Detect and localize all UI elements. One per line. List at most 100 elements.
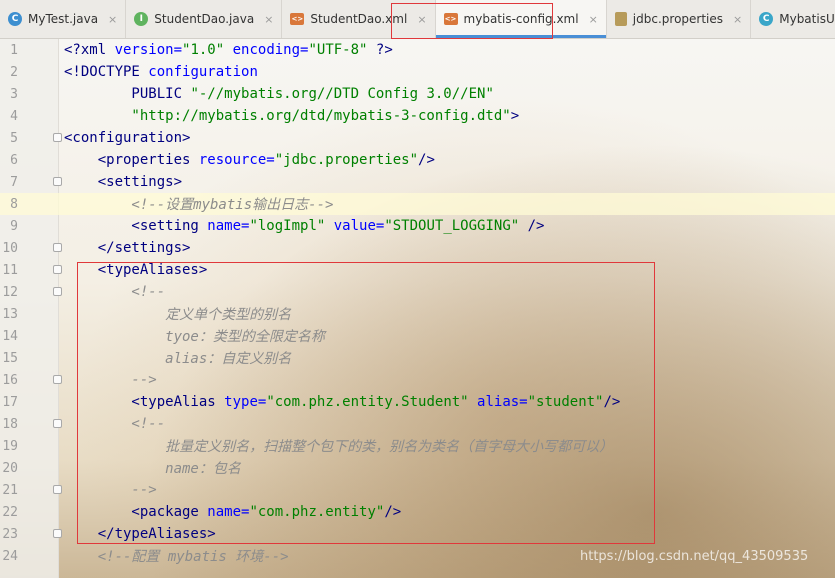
fold-marker-icon[interactable] bbox=[53, 287, 62, 296]
code-token: <settings> bbox=[64, 174, 183, 190]
line-number: 22 bbox=[2, 504, 18, 520]
close-icon[interactable]: × bbox=[733, 13, 742, 26]
line-number: 19 bbox=[2, 438, 18, 454]
code-token: 批量定义别名，扫描整个包下的类，别名为类名（首字母大小写都可以） bbox=[64, 439, 614, 455]
code-text: </typeAliases> bbox=[64, 526, 216, 542]
line-number: 6 bbox=[10, 152, 18, 168]
code-text: <typeAlias type="com.phz.entity.Student"… bbox=[64, 394, 620, 410]
code-token: alias：自定义别名 bbox=[64, 351, 292, 367]
code-token: 定义单个类型的别名 bbox=[64, 307, 292, 323]
code-line[interactable]: 6 <properties resource="jdbc.properties"… bbox=[0, 149, 835, 171]
tab-label: MybatisUtil.java bbox=[779, 12, 835, 26]
code-text: <package name="com.phz.entity"/> bbox=[64, 504, 401, 520]
code-token: <configuration> bbox=[64, 130, 191, 146]
code-line[interactable]: 4 "http://mybatis.org/dtd/mybatis-3-conf… bbox=[0, 105, 835, 127]
code-line[interactable]: 21 --> bbox=[0, 479, 835, 501]
code-line[interactable]: 16 --> bbox=[0, 369, 835, 391]
code-text: <!--配置 mybatis 环境--> bbox=[64, 546, 289, 566]
code-line[interactable]: 17 <typeAlias type="com.phz.entity.Stude… bbox=[0, 391, 835, 413]
code-token: /> bbox=[603, 394, 621, 410]
code-line[interactable]: 23 </typeAliases> bbox=[0, 523, 835, 545]
code-token: <!-- bbox=[64, 416, 166, 432]
code-editor[interactable]: 1 <?xml version="1.0" encoding="UTF-8" ?>… bbox=[0, 39, 835, 578]
fold-marker-icon[interactable] bbox=[53, 133, 62, 142]
code-token: type= bbox=[224, 394, 267, 410]
code-line[interactable]: 8 <!--设置mybatis输出日志--> bbox=[0, 193, 835, 215]
line-number: 14 bbox=[2, 328, 18, 344]
close-icon[interactable]: × bbox=[589, 13, 598, 26]
code-line[interactable]: 10 </settings> bbox=[0, 237, 835, 259]
fold-marker-icon[interactable] bbox=[53, 529, 62, 538]
code-line[interactable]: 11 <typeAliases> bbox=[0, 259, 835, 281]
code-line[interactable]: 13 定义单个类型的别名 bbox=[0, 303, 835, 325]
xml-file-icon: <> bbox=[290, 13, 305, 25]
fold-marker-icon[interactable] bbox=[53, 177, 62, 186]
code-token: <!DOCTYPE bbox=[64, 64, 149, 80]
watermark-text: https://blog.csdn.net/qq_43509535 bbox=[580, 549, 809, 564]
code-line[interactable]: 2 <!DOCTYPE configuration bbox=[0, 61, 835, 83]
code-line[interactable]: 22 <package name="com.phz.entity"/> bbox=[0, 501, 835, 523]
code-token: value= bbox=[325, 218, 385, 234]
code-line[interactable]: 1 <?xml version="1.0" encoding="UTF-8" ?> bbox=[0, 39, 835, 61]
code-token: encoding= bbox=[224, 42, 309, 58]
code-token: <!--设置mybatis输出日志--> bbox=[64, 197, 334, 213]
code-token: <typeAlias bbox=[64, 394, 225, 410]
code-line[interactable]: 15 alias：自定义别名 bbox=[0, 347, 835, 369]
tab-studentdao-xml[interactable]: <> StudentDao.xml × bbox=[282, 0, 436, 38]
line-number: 10 bbox=[2, 240, 18, 256]
code-line[interactable]: 9 <setting name="logImpl" value="STDOUT_… bbox=[0, 215, 835, 237]
code-token: PUBLIC bbox=[64, 86, 191, 102]
code-line[interactable]: 19 批量定义别名，扫描整个包下的类，别名为类名（首字母大小写都可以） bbox=[0, 435, 835, 457]
code-text: <!--设置mybatis输出日志--> bbox=[64, 194, 333, 214]
code-token: name= bbox=[207, 218, 250, 234]
code-text: <properties resource="jdbc.properties"/> bbox=[64, 152, 435, 168]
code-line[interactable]: 7 <settings> bbox=[0, 171, 835, 193]
close-icon[interactable]: × bbox=[264, 13, 273, 26]
fold-marker-icon[interactable] bbox=[53, 243, 62, 252]
line-number: 7 bbox=[10, 174, 18, 190]
code-token: /> bbox=[519, 218, 545, 234]
code-text: --> bbox=[64, 482, 156, 498]
line-number: 12 bbox=[2, 284, 18, 300]
code-line[interactable]: 12 <!-- bbox=[0, 281, 835, 303]
code-line[interactable]: 14 tyoe：类型的全限定名称 bbox=[0, 325, 835, 347]
close-icon[interactable]: × bbox=[417, 13, 426, 26]
code-token: "jdbc.properties" bbox=[274, 152, 419, 168]
tab-mybatisutil-java[interactable]: CMybatisUtil.java× bbox=[751, 0, 835, 38]
code-line[interactable]: 3 PUBLIC "-//mybatis.org//DTD Config 3.0… bbox=[0, 83, 835, 105]
code-token: <setting bbox=[64, 218, 208, 234]
code-token: "student" bbox=[527, 394, 604, 410]
code-line[interactable]: 20 name：包名 bbox=[0, 457, 835, 479]
code-line[interactable]: 18 <!-- bbox=[0, 413, 835, 435]
code-token: "logImpl" bbox=[249, 218, 326, 234]
code-token: <properties bbox=[64, 152, 199, 168]
code-text: tyoe：类型的全限定名称 bbox=[64, 326, 325, 346]
code-token: <typeAliases> bbox=[64, 262, 208, 278]
fold-marker-icon[interactable] bbox=[53, 485, 62, 494]
tab-jdbc-properties[interactable]: jdbc.properties × bbox=[607, 0, 752, 38]
code-token: <!-- bbox=[64, 284, 166, 300]
code-text: <!-- bbox=[64, 284, 165, 300]
code-token: <package bbox=[64, 504, 208, 520]
line-number: 23 bbox=[2, 526, 18, 542]
code-text: name：包名 bbox=[64, 458, 241, 478]
tab-mybatis-config-xml[interactable]: <> mybatis-config.xml × bbox=[435, 0, 607, 38]
tab-mytest-java[interactable]: C MyTest.java × bbox=[0, 0, 127, 38]
code-text: "http://mybatis.org/dtd/mybatis-3-config… bbox=[64, 108, 519, 124]
fold-marker-icon[interactable] bbox=[53, 265, 62, 274]
code-text: alias：自定义别名 bbox=[64, 348, 291, 368]
fold-marker-icon[interactable] bbox=[53, 375, 62, 384]
code-text: <settings> bbox=[64, 174, 182, 190]
code-token: --> bbox=[64, 372, 157, 388]
code-text: </settings> bbox=[64, 240, 191, 256]
tab-studentdao-java[interactable]: I StudentDao.java × bbox=[126, 0, 283, 38]
fold-marker-icon[interactable] bbox=[53, 419, 62, 428]
code-line[interactable]: 5 <configuration> bbox=[0, 127, 835, 149]
close-icon[interactable]: × bbox=[108, 13, 117, 26]
line-number: 17 bbox=[2, 394, 18, 410]
line-number: 11 bbox=[2, 262, 18, 278]
code-token: <?xml bbox=[64, 42, 115, 58]
line-number: 24 bbox=[2, 548, 18, 564]
line-number: 2 bbox=[10, 64, 18, 80]
code-token: alias= bbox=[468, 394, 528, 410]
